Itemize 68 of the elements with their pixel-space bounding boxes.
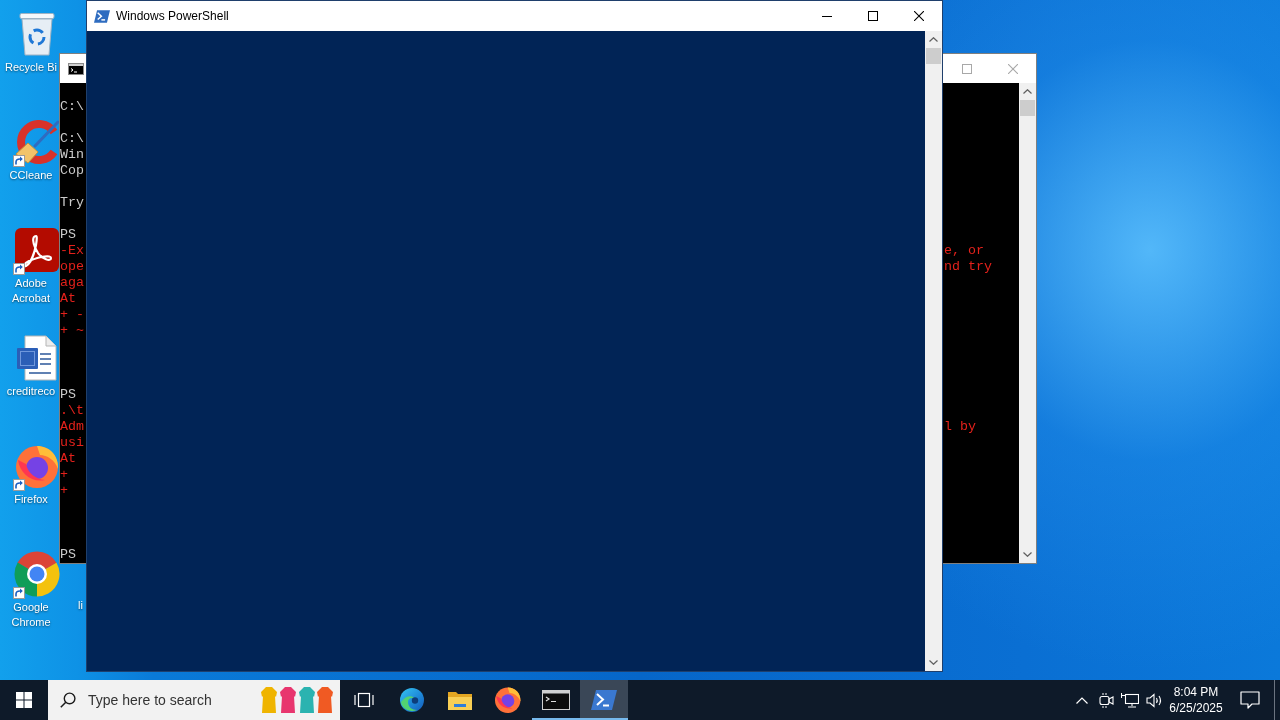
console-text: l by (944, 419, 976, 435)
console-text: Win (60, 147, 84, 163)
scroll-up-icon[interactable] (929, 37, 938, 42)
scroll-up-icon[interactable] (1023, 89, 1032, 94)
network-icon[interactable] (1121, 692, 1139, 708)
scrollbar-thumb[interactable] (1020, 100, 1035, 116)
search-highlight-drawing[interactable] (260, 686, 334, 714)
console-text: PS (60, 387, 76, 403)
task-view-icon (354, 692, 374, 708)
console-text: -Ex (60, 243, 84, 259)
console-text: usi (60, 435, 84, 451)
console-text: PS (60, 227, 76, 243)
close-icon (914, 11, 924, 21)
scroll-down-icon[interactable] (929, 660, 938, 665)
console-text: Try (60, 195, 84, 211)
console-text: aga (60, 275, 84, 291)
console-text: e, or (944, 243, 984, 259)
desktop-icon-label[interactable]: Google Chrome (3, 600, 59, 630)
console-text: + (60, 483, 68, 499)
console-text: Cop (60, 163, 84, 179)
terminal-icon (68, 62, 84, 75)
search-box[interactable]: Type here to search (48, 680, 340, 720)
close-icon (1008, 63, 1018, 74)
scrollbar-thumb[interactable] (926, 48, 941, 64)
pdf-icon[interactable] (15, 228, 59, 272)
console-text: At (60, 291, 76, 307)
fox-browser-icon[interactable] (15, 444, 59, 488)
console-text: PS (60, 547, 76, 563)
desktop-icon-label[interactable]: CCleane (3, 168, 59, 183)
desktop-icon-label[interactable]: Recycle Bi (3, 60, 59, 75)
scrollbar[interactable] (925, 31, 942, 671)
prompt-icon (94, 9, 110, 23)
desktop-icon-label[interactable]: Firefox (3, 492, 59, 507)
console-text: .\t (60, 403, 84, 419)
document-icon[interactable] (17, 335, 57, 381)
prompt-icon (591, 690, 617, 710)
search-field[interactable]: Type here to search (88, 690, 260, 710)
console-text: + (60, 467, 68, 483)
scrollbar[interactable] (1019, 83, 1036, 563)
desktop-icon-label[interactable]: li (78, 598, 83, 613)
console-text: nd try (944, 259, 992, 275)
folder-icon (447, 689, 473, 711)
console-text: ope (60, 259, 84, 275)
console-text: C:\ (60, 131, 84, 147)
console-text: + - (60, 307, 84, 323)
clock[interactable]: 8:04 PM 6/25/2025 (1166, 680, 1226, 720)
desktop-icon-label[interactable]: creditreco (3, 384, 59, 399)
minimize-icon (822, 15, 832, 17)
maximize-icon (868, 11, 878, 21)
desktop-icon-label[interactable]: Adobe Acrobat (3, 276, 59, 306)
chevron-up-icon[interactable] (1076, 696, 1088, 704)
broom-icon[interactable] (14, 119, 60, 165)
console-text: C:\ (60, 99, 84, 115)
window-title: Windows PowerShell (116, 9, 229, 23)
maximize-icon (962, 63, 972, 74)
browser-icon (400, 688, 424, 712)
fox-browser-icon (495, 687, 521, 713)
console-text: + ~ (60, 323, 84, 339)
speaker-icon[interactable] (1145, 692, 1163, 708)
scroll-down-icon[interactable] (1023, 552, 1032, 557)
search-icon[interactable] (60, 692, 76, 708)
video-camera-icon[interactable] (1098, 692, 1114, 708)
notification-icon[interactable] (1240, 691, 1260, 709)
windows-logo-icon (16, 692, 32, 708)
console-text: Adm (60, 419, 84, 435)
recycle-bin-icon[interactable] (19, 12, 55, 56)
console-text: At (60, 451, 76, 467)
terminal-icon (542, 690, 570, 710)
